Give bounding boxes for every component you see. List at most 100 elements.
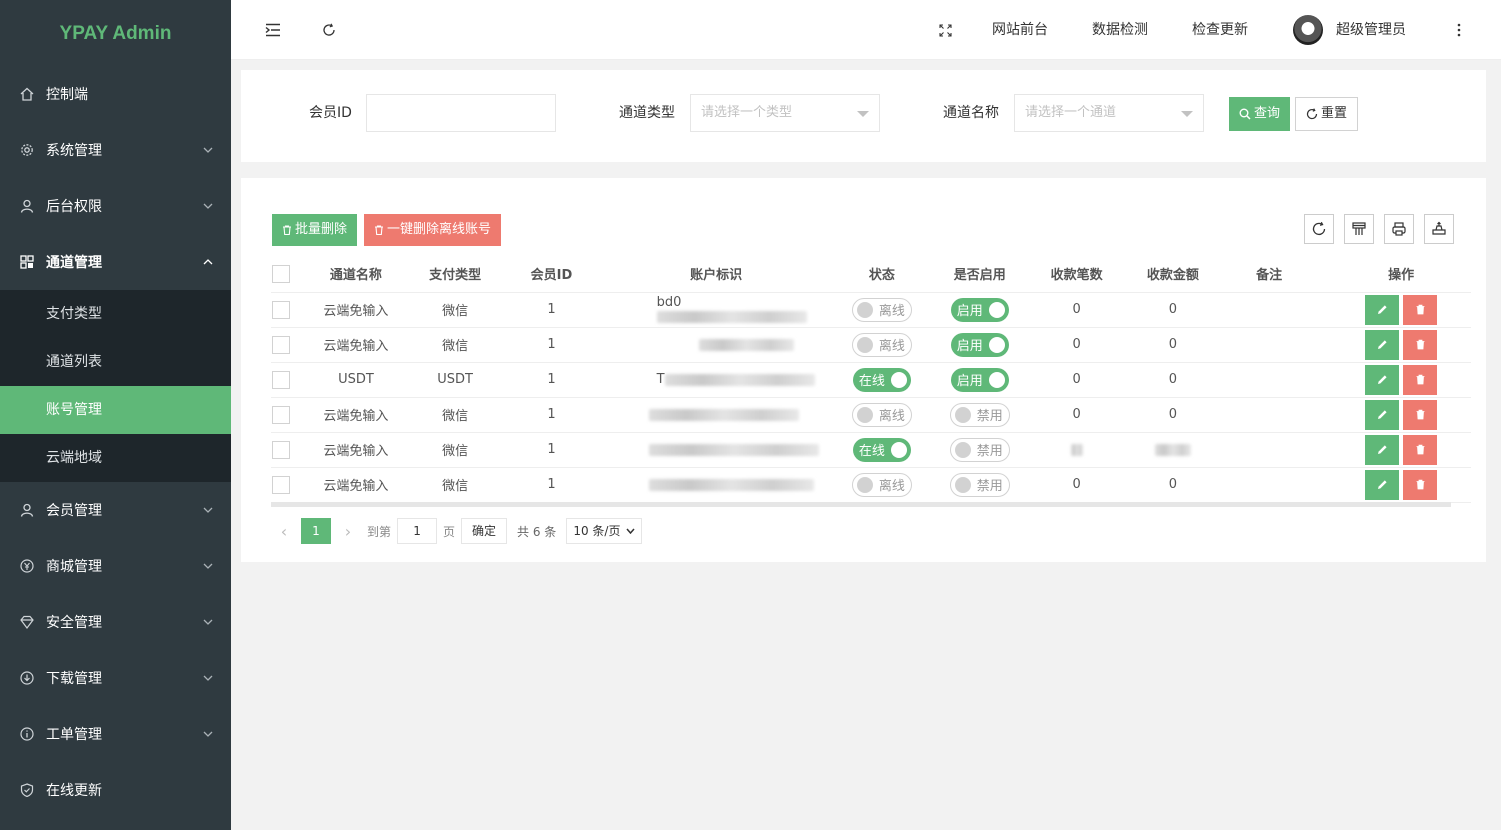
- page-size-select[interactable]: 10 条/页: [566, 518, 643, 544]
- sidebar-item-channels[interactable]: 通道管理: [0, 234, 231, 290]
- switch-knob: [856, 301, 873, 318]
- member-id-input[interactable]: [366, 94, 556, 132]
- row-checkbox[interactable]: [271, 300, 290, 319]
- table-row[interactable]: 云端免输入 微信 1 离线 启用 0 0: [271, 327, 1471, 363]
- table-scrollbar[interactable]: [271, 502, 1451, 507]
- table-row[interactable]: USDT USDT 1 T 在线 启用 0 0: [271, 362, 1471, 398]
- status-switch[interactable]: 在线: [852, 437, 911, 462]
- status-switch[interactable]: 离线: [851, 297, 912, 322]
- prev-page-icon[interactable]: ‹: [271, 522, 297, 541]
- delete-offline-label: 一键删除离线账号: [387, 222, 492, 237]
- fullscreen-icon[interactable]: [933, 0, 957, 60]
- status-switch[interactable]: 离线: [851, 332, 912, 357]
- table-refresh-icon[interactable]: [1304, 214, 1334, 244]
- edit-button[interactable]: [1365, 469, 1400, 500]
- sidebar-subitem-pay-types[interactable]: 支付类型: [0, 290, 231, 338]
- diamond-icon: [20, 615, 34, 629]
- edit-button[interactable]: [1365, 294, 1400, 325]
- sidebar-item-dashboard[interactable]: 控制端: [0, 66, 231, 122]
- export-icon[interactable]: [1424, 214, 1454, 244]
- goto-confirm-button[interactable]: 确定: [461, 518, 508, 544]
- enabled-switch[interactable]: 启用: [950, 367, 1009, 392]
- col-enabled[interactable]: 是否启用: [945, 256, 1015, 293]
- delete-button[interactable]: [1403, 399, 1438, 430]
- status-switch[interactable]: 离线: [851, 402, 912, 427]
- enabled-switch[interactable]: 禁用: [949, 402, 1010, 427]
- delete-button[interactable]: [1403, 434, 1438, 465]
- delete-button[interactable]: [1403, 294, 1438, 325]
- columns-icon[interactable]: [1344, 214, 1374, 244]
- header-link-data-check[interactable]: 数据检测: [1092, 0, 1148, 60]
- row-checkbox[interactable]: [271, 475, 290, 494]
- delete-offline-button[interactable]: 一键删除离线账号: [364, 214, 502, 246]
- user-avatar[interactable]: [1292, 0, 1324, 60]
- status-switch[interactable]: 离线: [851, 472, 912, 497]
- col-channel-name[interactable]: 通道名称: [290, 256, 421, 293]
- edit-button[interactable]: [1365, 329, 1400, 360]
- enabled-switch[interactable]: 禁用: [949, 472, 1010, 497]
- cell-channel-name: 云端免输入: [290, 432, 421, 468]
- goto-page-input[interactable]: 1: [397, 518, 438, 544]
- table-row[interactable]: 云端免输入 微信 1 离线 禁用 0 0: [271, 397, 1471, 433]
- refresh-icon[interactable]: [317, 0, 341, 60]
- sidebar-subitem-cloud-regions[interactable]: 云端地域: [0, 434, 231, 482]
- sidebar-item-security[interactable]: 安全管理: [0, 594, 231, 650]
- cell-pay-type: 微信: [420, 327, 490, 363]
- delete-button[interactable]: [1403, 329, 1438, 360]
- table-row[interactable]: 云端免输入 微信 1 离线 禁用 0 0: [271, 467, 1471, 503]
- sidebar-item-label: 系统管理: [46, 143, 102, 159]
- cell-actions: [1331, 362, 1471, 398]
- edit-button[interactable]: [1365, 364, 1400, 395]
- row-checkbox[interactable]: [271, 405, 290, 424]
- col-account[interactable]: 账户标识: [613, 256, 819, 293]
- cell-account: bd0: [613, 292, 819, 328]
- sidebar-subitem-accounts[interactable]: 账号管理: [0, 386, 231, 434]
- delete-button[interactable]: [1403, 364, 1438, 395]
- pencil-icon: [1377, 445, 1387, 454]
- delete-button[interactable]: [1403, 469, 1438, 500]
- page-current[interactable]: 1: [301, 518, 331, 544]
- header-link-check-update[interactable]: 检查更新: [1192, 0, 1248, 60]
- header-link-frontend[interactable]: 网站前台: [992, 0, 1048, 60]
- channel-type-select[interactable]: 请选择一个类型: [690, 94, 880, 132]
- enabled-switch[interactable]: 禁用: [949, 437, 1010, 462]
- sidebar-item-shop[interactable]: 商城管理: [0, 538, 231, 594]
- table-row[interactable]: 云端免输入 微信 1 在线 禁用: [271, 432, 1471, 468]
- sidebar-subitem-channel-list[interactable]: 通道列表: [0, 338, 231, 386]
- row-checkbox[interactable]: [271, 370, 290, 389]
- query-button[interactable]: 查询: [1229, 97, 1291, 131]
- more-vertical-icon[interactable]: [1449, 0, 1469, 60]
- sidebar-item-tickets[interactable]: 工单管理: [0, 706, 231, 762]
- select-all-checkbox[interactable]: [271, 264, 290, 283]
- channel-name-select[interactable]: 请选择一个通道: [1014, 94, 1204, 132]
- batch-delete-button[interactable]: 批量删除: [272, 214, 358, 246]
- enabled-switch[interactable]: 启用: [950, 297, 1009, 322]
- header-username[interactable]: 超级管理员: [1336, 0, 1406, 60]
- status-label: 在线: [858, 374, 885, 389]
- col-remark[interactable]: 备注: [1207, 256, 1332, 293]
- home-icon: [20, 87, 34, 101]
- status-switch[interactable]: 在线: [852, 367, 911, 392]
- table-row[interactable]: 云端免输入 微信 1 bd0 离线 启用 0 0: [271, 292, 1471, 328]
- edit-button[interactable]: [1365, 434, 1400, 465]
- row-checkbox[interactable]: [271, 440, 290, 459]
- col-status[interactable]: 状态: [818, 256, 946, 293]
- col-member-id[interactable]: 会员ID: [489, 256, 614, 293]
- sidebar-item-members[interactable]: 会员管理: [0, 482, 231, 538]
- col-amount[interactable]: 收款金额: [1138, 256, 1207, 293]
- print-icon[interactable]: [1384, 214, 1414, 244]
- switch-knob: [856, 406, 873, 423]
- sidebar-item-downloads[interactable]: 下载管理: [0, 650, 231, 706]
- enabled-switch[interactable]: 启用: [950, 332, 1009, 357]
- menu-toggle-icon[interactable]: [261, 0, 285, 60]
- sidebar-item-permissions[interactable]: 后台权限: [0, 178, 231, 234]
- col-count[interactable]: 收款笔数: [1014, 256, 1139, 293]
- row-checkbox[interactable]: [271, 335, 290, 354]
- pencil-icon: [1377, 340, 1387, 349]
- sidebar-item-online-update[interactable]: 在线更新: [0, 762, 231, 818]
- edit-button[interactable]: [1365, 399, 1400, 430]
- reset-button[interactable]: 重置: [1295, 97, 1359, 131]
- col-pay-type[interactable]: 支付类型: [420, 256, 490, 293]
- next-page-icon[interactable]: ›: [335, 522, 361, 541]
- sidebar-item-system[interactable]: 系统管理: [0, 122, 231, 178]
